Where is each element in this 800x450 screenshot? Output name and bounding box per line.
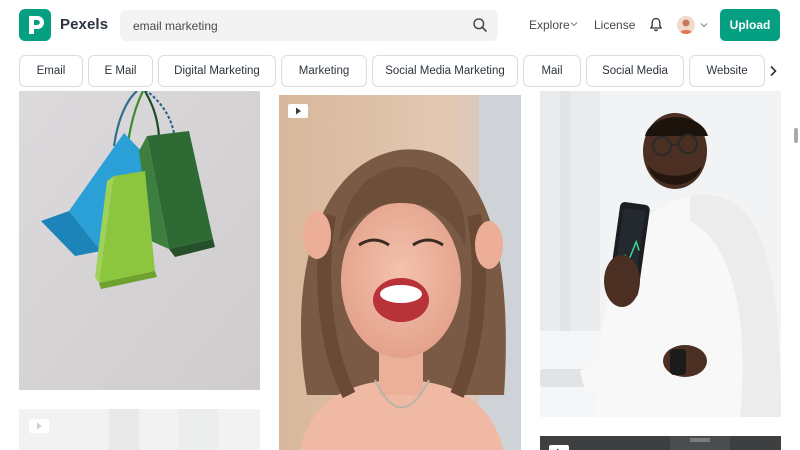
shopping-bags-photo: [19, 91, 260, 390]
avatar[interactable]: [677, 16, 695, 34]
chip-mail[interactable]: Mail: [523, 55, 581, 87]
chip-email[interactable]: Email: [19, 55, 83, 87]
chip-social-media-marketing[interactable]: Social Media Marketing: [372, 55, 518, 87]
search-bar: [120, 10, 498, 41]
video-badge-icon: [288, 104, 308, 118]
chip-marketing[interactable]: Marketing: [281, 55, 367, 87]
media-card-shopping-bags[interactable]: [19, 91, 260, 390]
chip-digital-marketing[interactable]: Digital Marketing: [158, 55, 276, 87]
upload-button[interactable]: Upload: [720, 9, 780, 41]
bell-icon[interactable]: [649, 17, 663, 32]
chip-website[interactable]: Website: [689, 55, 765, 87]
man-with-phone-photo: [540, 91, 781, 417]
dark-room-video: [540, 436, 781, 450]
laughing-woman-video: [279, 95, 521, 450]
page-scrollbar[interactable]: [794, 128, 798, 143]
video-badge-icon: [29, 419, 49, 433]
search-input[interactable]: [120, 10, 460, 41]
chevron-down-icon[interactable]: [570, 20, 578, 28]
brand-name[interactable]: Pexels: [60, 16, 108, 33]
light-interior-video: [19, 409, 260, 450]
video-badge-icon: [549, 445, 569, 450]
chip-e-mail[interactable]: E Mail: [88, 55, 153, 87]
top-header: Pexels Explore License Upload: [0, 0, 800, 50]
media-card-light-interior[interactable]: [19, 409, 260, 450]
search-icon[interactable]: [472, 17, 488, 33]
related-searches-bar: Email E Mail Digital Marketing Marketing…: [0, 52, 800, 90]
chip-social-media[interactable]: Social Media: [586, 55, 684, 87]
nav-explore[interactable]: Explore: [529, 18, 570, 32]
media-card-laughing-woman[interactable]: [279, 95, 521, 450]
media-card-man-with-phone[interactable]: [540, 91, 781, 417]
pexels-logo-icon[interactable]: [19, 9, 51, 41]
chevron-down-icon[interactable]: [700, 21, 708, 29]
media-card-dark-room[interactable]: [540, 436, 781, 450]
chevron-right-icon[interactable]: [766, 64, 780, 78]
nav-license[interactable]: License: [594, 18, 635, 32]
